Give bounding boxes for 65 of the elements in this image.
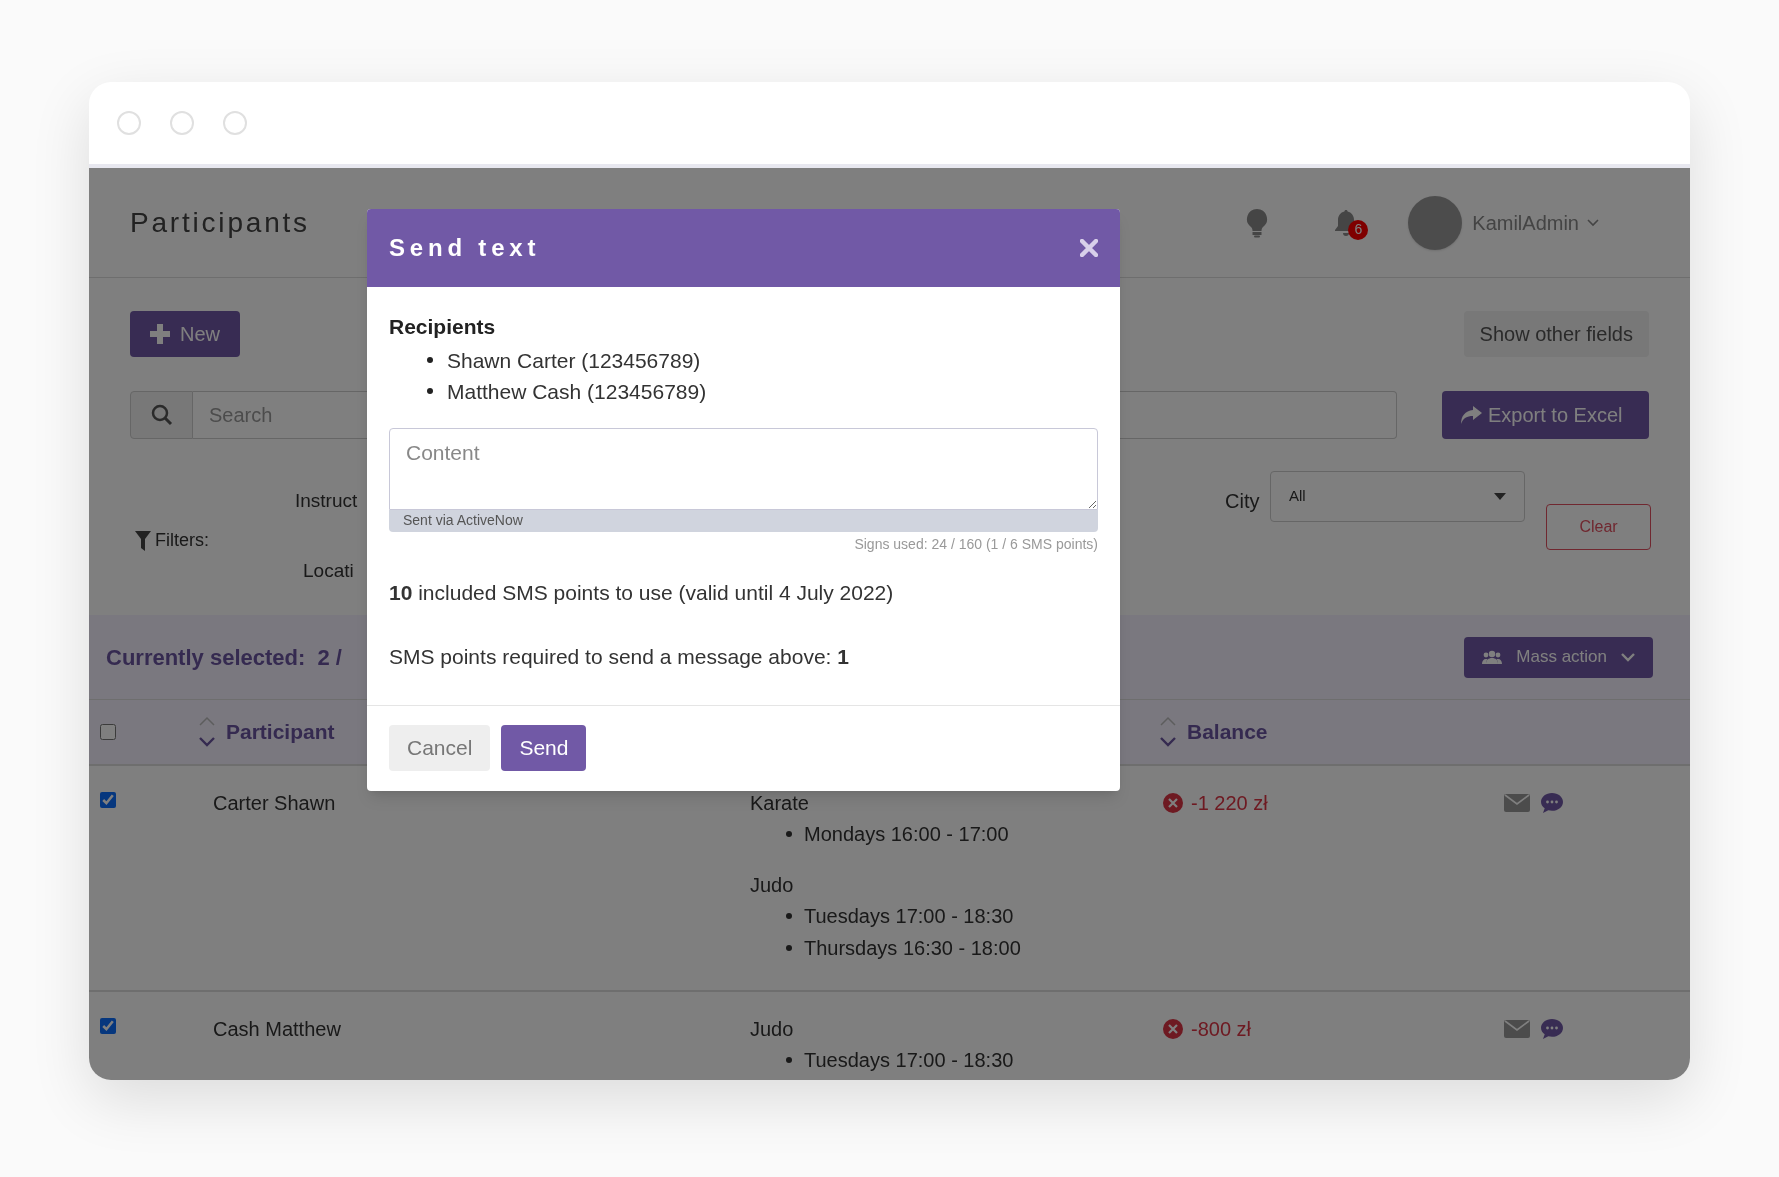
activity-name: Judo xyxy=(750,873,795,898)
search-icon xyxy=(150,404,173,426)
character-counter: Signs used: 24 / 160 (1 / 6 SMS points) xyxy=(854,534,1098,554)
content-textarea[interactable]: Content xyxy=(389,427,1098,510)
bullet-icon xyxy=(786,1057,792,1063)
activity-name: Karate xyxy=(750,791,810,816)
error-circle-icon xyxy=(1163,793,1183,813)
close-icon[interactable] xyxy=(1080,239,1098,257)
sort-icon[interactable] xyxy=(1159,716,1177,748)
signature-note: Sent via ActiveNow xyxy=(403,511,523,530)
user-menu[interactable]: KamilAdmin xyxy=(1472,207,1599,238)
clear-button[interactable]: Clear xyxy=(1546,504,1651,550)
funnel-icon xyxy=(135,530,151,551)
chat-bubble-icon[interactable] xyxy=(1540,1018,1564,1040)
recipient-name: Matthew Cash (123456789) xyxy=(447,378,707,405)
filter-label: Locati xyxy=(303,559,354,583)
filter-label: City xyxy=(1225,489,1260,514)
participant-name: Cash Matthew xyxy=(213,1018,341,1040)
column-header[interactable]: Balance xyxy=(1187,716,1268,748)
plus-icon xyxy=(150,324,170,344)
column-header[interactable]: Participant xyxy=(226,716,335,748)
city-select[interactable]: All xyxy=(1270,471,1525,522)
schedule-time: Mondays 16:00 - 17:00 xyxy=(804,822,1009,847)
recipient-name: Shawn Carter (123456789) xyxy=(447,347,701,374)
cancel-button[interactable]: Cancel xyxy=(389,724,491,771)
chat-bubble-icon[interactable] xyxy=(1540,792,1564,814)
export-to-excel-button[interactable]: Export to Excel xyxy=(1442,391,1649,439)
select-all-checkbox[interactable] xyxy=(100,724,116,740)
error-circle-icon xyxy=(1163,1019,1183,1039)
show-other-fields-button[interactable]: Show other fields xyxy=(1463,311,1649,357)
users-icon xyxy=(1482,650,1503,664)
row-checkbox[interactable] xyxy=(100,792,116,808)
selection-count: Currently selected: 2 / xyxy=(106,643,342,672)
activity-name: Judo xyxy=(750,1017,795,1042)
notification-badge: 6 xyxy=(1348,219,1369,240)
filter-label: Instruct xyxy=(295,489,358,513)
recipients-label: Recipients xyxy=(389,314,497,340)
caret-down-icon xyxy=(1494,493,1506,500)
schedule-time: Tuesdays 17:00 - 18:30 xyxy=(804,904,1014,929)
balance-amount: -1 220 zł xyxy=(1191,791,1268,816)
bullet-icon xyxy=(427,357,433,363)
send-button[interactable]: Send xyxy=(501,724,587,771)
lightbulb-icon[interactable] xyxy=(1246,207,1269,238)
bullet-icon xyxy=(786,831,792,837)
row-checkbox[interactable] xyxy=(100,1018,116,1034)
modal-title: Send text xyxy=(389,233,541,263)
participant-name: Carter Shawn xyxy=(213,792,336,814)
points-required: SMS points required to send a message above: 1 xyxy=(389,644,850,670)
schedule-time: Thursdays 16:30 - 18:00 xyxy=(804,936,1021,961)
points-info: 10 included SMS points to use (valid until 4 July 2022) xyxy=(389,579,895,606)
schedule-time: Tuesdays 17:00 - 18:30 xyxy=(804,1048,1014,1073)
filters-label: Filters: xyxy=(155,529,209,552)
envelope-icon[interactable] xyxy=(1504,1020,1530,1038)
chevron-down-icon xyxy=(1587,218,1599,227)
bullet-icon xyxy=(786,945,792,951)
sort-icon[interactable] xyxy=(198,716,216,748)
balance-amount: -800 zł xyxy=(1191,1017,1252,1042)
chevron-down-icon xyxy=(1621,652,1635,662)
envelope-icon[interactable] xyxy=(1504,794,1530,812)
page-title: Participants xyxy=(130,205,310,240)
new-button[interactable]: New xyxy=(130,311,240,357)
bullet-icon xyxy=(427,388,433,394)
bullet-icon xyxy=(786,913,792,919)
share-arrow-icon xyxy=(1460,406,1482,424)
mass-action-button[interactable]: Mass action xyxy=(1464,636,1653,678)
